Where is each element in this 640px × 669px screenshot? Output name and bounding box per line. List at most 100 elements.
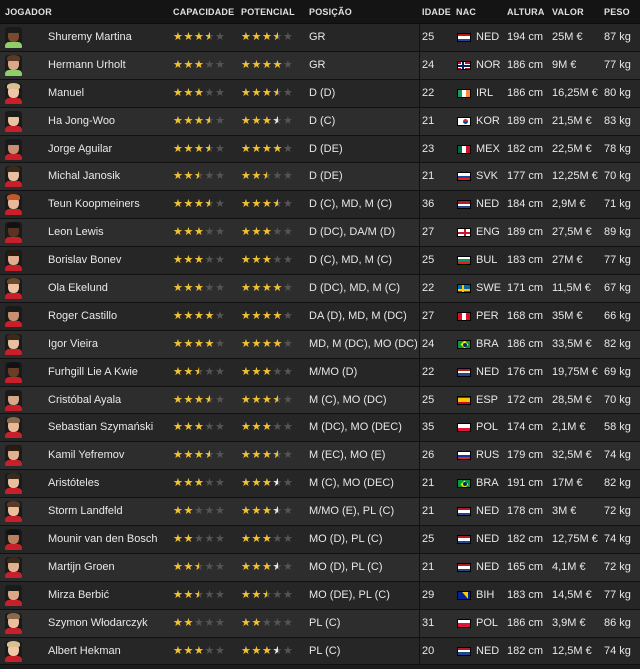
weight-text: 67 kg [604, 282, 631, 295]
player-name[interactable]: Borislav Bonev [48, 247, 170, 274]
potential-stars: ★★★★★★★★★★ [241, 526, 294, 553]
value-text: 3,9M € [552, 616, 586, 629]
table-row[interactable]: Roger Castillo★★★★★★★★★★★★★★★★★★★★DA (D)… [0, 302, 640, 331]
table-row[interactable]: Michal Janosik★★★★★★★★★★★★★★★★★★★★D (DE)… [0, 163, 640, 192]
star-icon: ★★ [251, 616, 262, 629]
col-weight[interactable]: PESO [604, 0, 630, 24]
player-face-icon [5, 27, 22, 48]
age-text: 22 [422, 282, 435, 295]
potential-stars: ★★★★★★★★★★ [241, 442, 294, 469]
potential-stars: ★★★★★★★★★★ [241, 163, 294, 190]
player-name[interactable]: Leon Lewis [48, 219, 170, 246]
player-name[interactable]: Szymon Włodarczyk [48, 610, 170, 637]
table-row[interactable]: Furhgill Lie A Kwie★★★★★★★★★★★★★★★★★★★★M… [0, 358, 640, 387]
player-name[interactable]: Mirza Berbić [48, 582, 170, 609]
table-row[interactable]: Borislav Bonev★★★★★★★★★★★★★★★★★★★★D (C),… [0, 247, 640, 276]
table-row[interactable]: Sebastian Szymański★★★★★★★★★★★★★★★★★★★★M… [0, 414, 640, 443]
player-name[interactable]: Aristóteles [48, 470, 170, 497]
table-row[interactable]: Szymon Włodarczyk★★★★★★★★★★★★★★★★★★★★PL … [0, 609, 640, 638]
table-row[interactable]: Martijn Groen★★★★★★★★★★★★★★★★★★★★MO (D),… [0, 553, 640, 582]
col-height[interactable]: ALTURA [507, 0, 545, 24]
flag-svk-icon [457, 172, 471, 182]
table-row[interactable]: Igor Vieira★★★★★★★★★★★★★★★★★★★★MD, M (DC… [0, 330, 640, 359]
star-icon: ★★ [251, 477, 262, 490]
col-ability[interactable]: CAPACIDADE [173, 0, 234, 24]
table-row[interactable]: Teun Koopmeiners★★★★★★★★★★★★★★★★★★★★D (C… [0, 191, 640, 220]
col-player[interactable]: JOGADOR [5, 0, 52, 24]
player-name[interactable]: Hermann Urholt [48, 52, 170, 79]
weight-text: 58 kg [604, 421, 631, 434]
star-icon: ★★ [173, 142, 183, 155]
table-row[interactable]: Mirza Berbić★★★★★★★★★★★★★★★★★★★★MO (DE),… [0, 581, 640, 610]
star-icon: ★★ [194, 31, 204, 43]
star-icon: ★★ [183, 86, 194, 99]
star-icon: ★★ [283, 477, 293, 490]
table-row[interactable]: Leon Lewis★★★★★★★★★★★★★★★★★★★★D (DC), DA… [0, 219, 640, 248]
table-row[interactable]: Storm Landfeld★★★★★★★★★★★★★★★★★★★★M/MO (… [0, 498, 640, 527]
table-row[interactable]: Cristóbal Ayala★★★★★★★★★★★★★★★★★★★★M (C)… [0, 386, 640, 415]
table-row[interactable]: Kamil Yefremov★★★★★★★★★★★★★★★★★★★★M (EC)… [0, 442, 640, 471]
player-name[interactable]: Teun Koopmeiners [48, 191, 170, 218]
player-name[interactable]: Roger Castillo [48, 303, 170, 330]
col-nat[interactable]: NAC [456, 0, 476, 24]
flag-mex-icon [457, 144, 471, 154]
star-icon: ★★ [215, 421, 225, 434]
age-text: 25 [422, 254, 435, 267]
star-icon: ★★ [251, 449, 262, 462]
star-icon: ★★ [251, 309, 262, 322]
table-row[interactable]: Ola Ekelund★★★★★★★★★★★★★★★★★★★★D (DC), M… [0, 275, 640, 303]
star-icon: ★★ [194, 309, 204, 322]
player-name[interactable]: Ola Ekelund [48, 275, 170, 302]
player-name[interactable]: Ha Jong-Woo [48, 108, 170, 135]
player-name[interactable]: Cristóbal Ayala [48, 387, 170, 414]
table-row[interactable]: Aristóteles★★★★★★★★★★★★★★★★★★★★M (C), MO… [0, 470, 640, 499]
star-icon: ★★ [183, 282, 194, 295]
player-name[interactable]: Mounir van den Bosch [48, 526, 170, 553]
star-icon: ★★ [173, 505, 183, 518]
table-row[interactable]: Mounir van den Bosch★★★★★★★★★★★★★★★★★★★★… [0, 526, 640, 554]
player-name[interactable]: Martijn Groen [48, 554, 170, 581]
player-name[interactable]: Sebastian Szymański [48, 414, 170, 441]
player-name[interactable]: Michal Janosik [48, 163, 170, 190]
col-age[interactable]: IDADE [422, 0, 451, 24]
star-icon: ★★ [272, 170, 283, 183]
nationality-text: PER [476, 309, 499, 322]
col-position[interactable]: POSIÇÃO [309, 0, 352, 24]
star-icon: ★★ [204, 337, 215, 350]
player-name[interactable]: Furhgill Lie A Kwie [48, 359, 170, 386]
player-name[interactable]: Storm Landfeld [48, 498, 170, 525]
table-row[interactable]: Hermann Urholt★★★★★★★★★★★★★★★★★★★★GR24NO… [0, 51, 640, 80]
player-name[interactable]: Jorge Aguilar [48, 136, 170, 163]
player-name[interactable]: Kamil Yefremov [48, 442, 170, 469]
player-face-icon [5, 54, 22, 76]
player-name[interactable]: Manuel [48, 80, 170, 107]
star-icon: ★★ [204, 114, 215, 127]
weight-text: 87 kg [604, 31, 631, 43]
star-icon: ★★ [194, 505, 204, 518]
table-row[interactable]: Shuremy Martina★★★★★★★★★★★★★★★★★★★★GR25N… [0, 24, 640, 52]
star-icon: ★★ [283, 365, 293, 378]
position-text: D (C), MD, M (C) [309, 254, 393, 267]
star-icon: ★★ [183, 505, 194, 518]
position-text: MO (DE), PL (C) [309, 588, 390, 601]
value-text: 27M € [552, 254, 583, 267]
position-text: PL (C) [309, 616, 341, 629]
player-name[interactable]: Shuremy Martina [48, 24, 170, 51]
table-row[interactable]: Albert Hekman★★★★★★★★★★★★★★★★★★★★PL (C)2… [0, 637, 640, 666]
player-name[interactable]: Igor Vieira [48, 331, 170, 358]
star-icon: ★★ [215, 337, 225, 350]
height-text: 176 cm [507, 365, 544, 378]
player-name[interactable]: Albert Hekman [48, 638, 170, 665]
table-row[interactable]: Manuel★★★★★★★★★★★★★★★★★★★★D (D)22IRL186 … [0, 79, 640, 108]
height-text: 189 cm [507, 226, 544, 239]
star-icon: ★★ [241, 86, 251, 99]
col-value[interactable]: VALOR [552, 0, 584, 24]
nationality-text: NED [476, 505, 500, 518]
player-list: Shuremy Martina★★★★★★★★★★★★★★★★★★★★GR25N… [0, 24, 640, 666]
col-potential[interactable]: POTENCIAL [241, 0, 295, 24]
table-row[interactable]: Jorge Aguilar★★★★★★★★★★★★★★★★★★★★D (DE)2… [0, 135, 640, 164]
star-icon: ★★ [183, 616, 194, 629]
star-icon: ★★ [283, 588, 293, 601]
position-text: M (C), MO (DEC) [309, 477, 394, 490]
table-row[interactable]: Ha Jong-Woo★★★★★★★★★★★★★★★★★★★★D (C)21KO… [0, 107, 640, 136]
